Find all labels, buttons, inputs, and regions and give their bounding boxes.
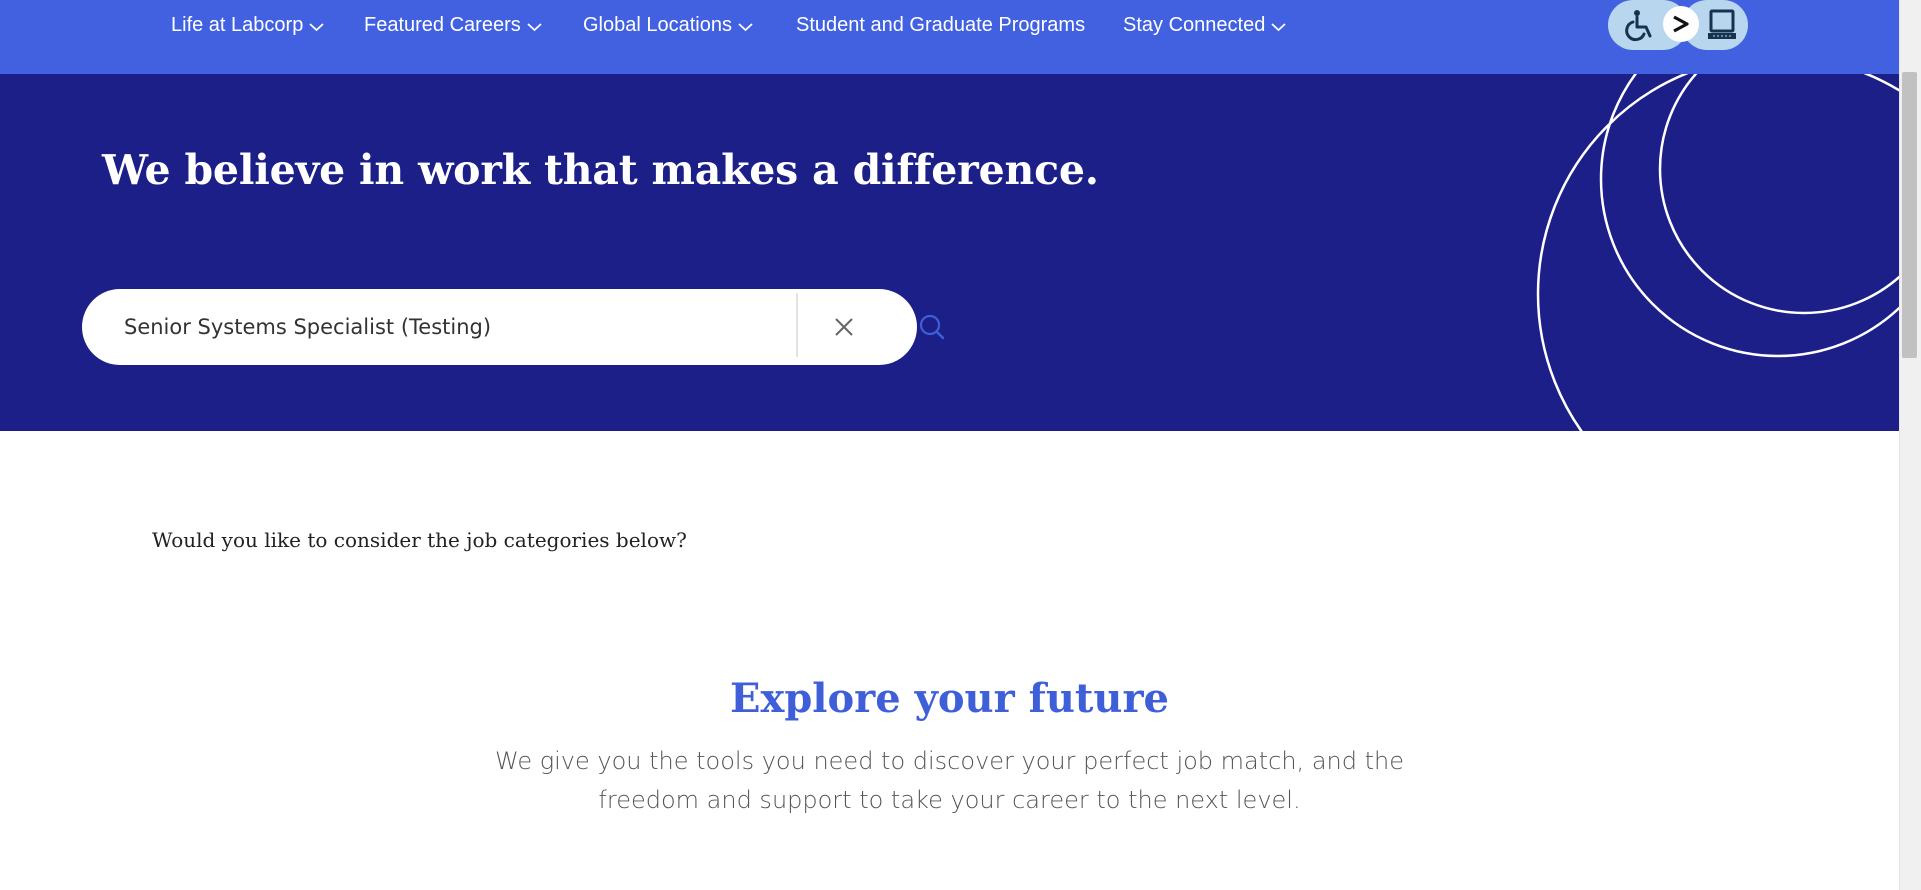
nav-item-life-at-labcorp[interactable]: Life at Labcorp [171, 10, 324, 40]
hero-title: We believe in work that makes a differen… [102, 146, 1099, 194]
nav-item-label: Student and Graduate Programs [796, 14, 1086, 36]
close-icon[interactable] [829, 312, 859, 342]
chevron-down-icon [309, 22, 324, 32]
nav-item-label: Life at Labcorp [171, 14, 304, 36]
explore-description-line: We give you the tools you need to discov… [495, 747, 1404, 775]
nav-item-label: Global Locations [583, 14, 732, 36]
explore-description: We give you the tools you need to discov… [0, 742, 1899, 820]
nav-item-label: Featured Careers [364, 14, 521, 36]
job-categories-prompt: Would you like to consider the job categ… [152, 528, 687, 552]
job-search-input[interactable] [124, 307, 784, 347]
job-search-box [82, 289, 945, 365]
decorative-arcs [1536, 74, 1899, 431]
computer-icon [1707, 8, 1737, 47]
nav-item-stay-connected[interactable]: Stay Connected [1123, 10, 1286, 40]
scrollbar-thumb[interactable] [1902, 72, 1917, 358]
search-divider [796, 293, 798, 357]
explore-title: Explore your future [729, 675, 1169, 722]
nav-item-student-graduate-programs[interactable]: Student and Graduate Programs [796, 10, 1085, 40]
accessibility-widget[interactable] [1608, 0, 1748, 52]
wheelchair-icon [1622, 8, 1656, 47]
chevron-right-icon [1670, 14, 1692, 39]
hero-banner: We believe in work that makes a differen… [0, 74, 1899, 431]
chevron-down-icon [738, 22, 753, 32]
nav-item-global-locations[interactable]: Global Locations [583, 10, 753, 40]
nav-item-label: Stay Connected [1123, 14, 1266, 36]
search-icon[interactable] [918, 313, 946, 341]
explore-description-line: freedom and support to take your career … [598, 786, 1301, 814]
chevron-down-icon [1271, 22, 1286, 32]
nav-item-featured-careers[interactable]: Featured Careers [364, 10, 542, 40]
chevron-down-icon [527, 22, 542, 32]
top-navigation: Life at Labcorp Featured Careers Global … [0, 0, 1899, 74]
